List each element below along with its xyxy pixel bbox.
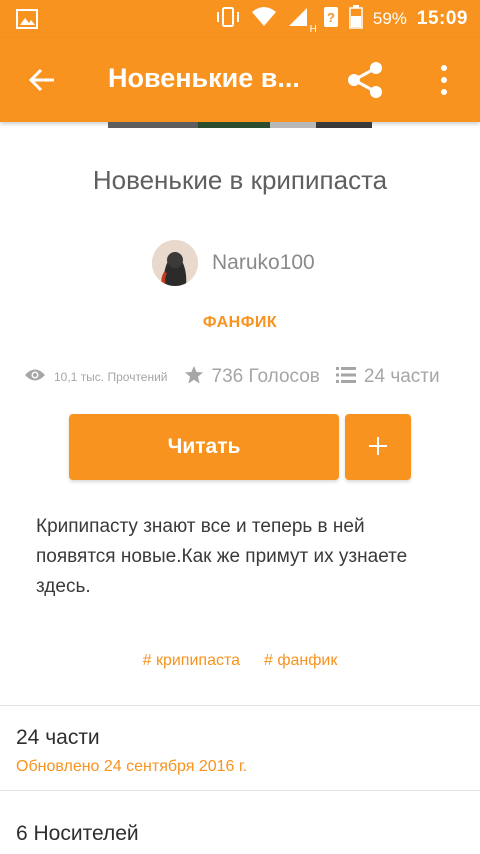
- vibrate-icon: [215, 6, 241, 33]
- author-row[interactable]: Naruko100: [152, 240, 315, 286]
- reads-count: 10,1 тыс. Прочтений: [54, 370, 168, 384]
- parts-stat: 24 части: [335, 366, 440, 389]
- arrow-back-icon[interactable]: [22, 60, 62, 100]
- tag-list: # крипипаста # фанфик: [0, 652, 480, 670]
- avatar[interactable]: [152, 240, 198, 286]
- votes-stat: 736 Голосов: [184, 365, 320, 390]
- parts-title: 24 части: [16, 726, 100, 749]
- signal-icon: H: [287, 6, 317, 35]
- more-vert-icon[interactable]: [434, 62, 454, 98]
- clock: 15:09: [416, 8, 468, 29]
- story-description: Крипипасту знают все и теперь в ней появ…: [36, 516, 408, 597]
- plus-icon: [367, 436, 389, 460]
- carriers-row[interactable]: 6 Носителей: [16, 822, 139, 846]
- category-label[interactable]: ФАНФИК: [0, 314, 480, 332]
- reads-stat: 10,1 тыс. Прочтений: [24, 368, 168, 387]
- votes-count: 736 Голосов: [211, 366, 320, 387]
- app-toolbar: Новенькие в...: [0, 38, 480, 122]
- image-notification-icon: [16, 9, 38, 29]
- status-bar: H ? 59% 15:09: [0, 0, 480, 38]
- story-title: Новенькие в крипипаста: [92, 165, 388, 195]
- divider: [0, 790, 480, 791]
- story-stats: 10,1 тыс. Прочтений 736 Голосов 24 части: [24, 364, 464, 390]
- star-icon: [184, 365, 204, 390]
- tag-link[interactable]: # фанфик: [264, 652, 337, 670]
- network-type-label: H: [309, 23, 317, 35]
- svg-text:?: ?: [327, 10, 335, 25]
- unknown-sim-icon: ?: [323, 6, 339, 33]
- eye-icon: [24, 368, 46, 387]
- divider: [0, 705, 480, 706]
- read-button[interactable]: Читать: [69, 414, 339, 480]
- list-icon: [335, 366, 356, 389]
- updated-date: Обновлено 24 сентября 2016 г.: [16, 758, 248, 775]
- battery-icon: [349, 4, 363, 34]
- cover-image: [108, 122, 372, 128]
- battery-percent: 59%: [372, 9, 407, 28]
- tag-link[interactable]: # крипипаста: [143, 652, 240, 670]
- toolbar-title: Новенькие в...: [108, 63, 300, 93]
- wifi-icon: [251, 6, 277, 33]
- parts-count: 24 части: [363, 366, 440, 387]
- author-name[interactable]: Naruko100: [212, 251, 315, 275]
- share-icon[interactable]: [344, 60, 388, 100]
- add-to-library-button[interactable]: [345, 414, 411, 480]
